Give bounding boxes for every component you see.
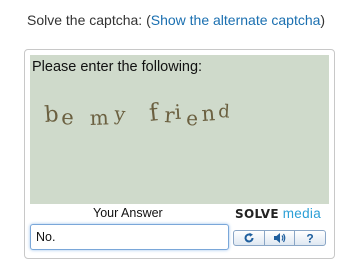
captcha-header: Solve the captcha: (Show the alternate c… xyxy=(27,12,325,28)
answer-label: Your Answer xyxy=(93,206,163,220)
logo-solve: SOLVE xyxy=(235,207,279,221)
captcha-letter: e xyxy=(61,105,75,130)
alternate-captcha-link[interactable]: Show the alternate captcha xyxy=(151,12,321,28)
captcha-letter: n xyxy=(201,101,216,126)
captcha-letter: m xyxy=(89,105,109,130)
header-suffix: ) xyxy=(320,12,326,28)
captcha-letter: d xyxy=(218,101,231,123)
help-button[interactable]: ? xyxy=(294,230,327,246)
help-icon: ? xyxy=(307,232,314,244)
refresh-button[interactable] xyxy=(233,230,265,246)
captcha-letter: b xyxy=(44,102,60,128)
captcha-letter: f xyxy=(148,98,162,127)
captcha-image-area: Please enter the following: bemyfriend xyxy=(30,55,329,204)
refresh-icon xyxy=(244,232,254,243)
solvemedia-logo: SOLVE media xyxy=(235,206,321,221)
svg-text:?: ? xyxy=(307,232,314,244)
captcha-letter: e xyxy=(186,106,199,130)
captcha-controls: ? xyxy=(233,230,327,246)
logo-media: media xyxy=(282,206,322,221)
captcha-challenge-image: b e m y f ri e n d xyxy=(44,98,231,130)
captcha-letter: y xyxy=(113,103,127,126)
captcha-widget: Please enter the following: bemyfriend Y… xyxy=(24,49,335,259)
audio-button[interactable] xyxy=(263,230,296,246)
captcha-letter: i xyxy=(174,100,182,124)
answer-input[interactable] xyxy=(30,224,229,250)
header-prefix: Solve the captcha: ( xyxy=(27,12,151,28)
audio-icon xyxy=(274,233,286,243)
